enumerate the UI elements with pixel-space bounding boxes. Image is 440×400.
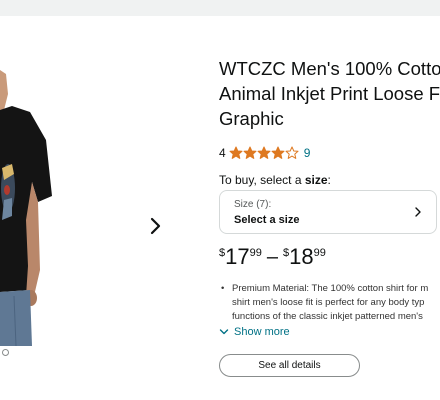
show-more-link[interactable]: Show more	[219, 326, 290, 338]
next-image-button[interactable]	[146, 214, 166, 238]
title-line: Animal Inkjet Print Loose F	[219, 83, 440, 104]
bullet-line: Premium Material: The 100% cotton shirt …	[232, 283, 429, 294]
star-icon	[243, 146, 257, 159]
price-separator: –	[266, 246, 278, 268]
price-whole: 17	[225, 244, 250, 269]
price-low: $ 17 99	[219, 244, 262, 270]
product-page: WTCZC Men's 100% Cotto Animal Inkjet Pri…	[0, 0, 440, 400]
bullet-line: functions of the classic inkjet patterne…	[232, 311, 423, 322]
star-icon	[271, 146, 285, 159]
rating-value: 4	[219, 146, 226, 160]
image-dot-indicator[interactable]	[2, 349, 9, 356]
price-fraction: 99	[313, 247, 326, 259]
product-title: WTCZC Men's 100% Cotto Animal Inkjet Pri…	[219, 56, 440, 131]
star-icon	[229, 146, 243, 159]
title-line: WTCZC Men's 100% Cotto	[219, 58, 440, 79]
title-line: Graphic	[219, 108, 284, 129]
star-icon	[257, 146, 271, 159]
product-details: WTCZC Men's 100% Cotto Animal Inkjet Pri…	[219, 56, 440, 377]
feature-bullets: Premium Material: The 100% cotton shirt …	[219, 282, 440, 324]
feature-bullet: Premium Material: The 100% cotton shirt …	[219, 282, 440, 324]
size-count-label: Size (7):	[234, 199, 272, 210]
buy-prompt-suffix: :	[327, 173, 331, 187]
star-rating[interactable]	[229, 146, 299, 160]
chevron-right-icon	[415, 207, 421, 217]
rating-row: 4 9	[219, 146, 310, 160]
show-more-label: Show more	[234, 326, 290, 338]
size-select-label: Select a size	[234, 214, 300, 226]
price-fraction: 99	[249, 247, 262, 259]
price-high: $ 18 99	[283, 244, 326, 270]
price-whole: 18	[289, 244, 314, 269]
buy-prompt-prefix: To buy, select a	[219, 173, 302, 187]
buy-prompt-bold: size	[304, 173, 328, 187]
chevron-down-icon	[219, 329, 229, 335]
top-bar	[0, 0, 440, 16]
price-range: $ 17 99 – $ 18 99	[219, 244, 326, 270]
image-gallery	[0, 16, 200, 400]
star-icon	[285, 146, 299, 159]
product-image[interactable]	[0, 70, 52, 346]
buy-prompt: To buy, select a size:	[219, 173, 331, 187]
bullet-line: shirt men's loose fit is perfect for any…	[232, 297, 425, 308]
see-all-details-button[interactable]: See all details	[219, 354, 360, 377]
size-selector[interactable]: Size (7): Select a size	[219, 190, 437, 234]
rating-count-link[interactable]: 9	[304, 146, 311, 160]
